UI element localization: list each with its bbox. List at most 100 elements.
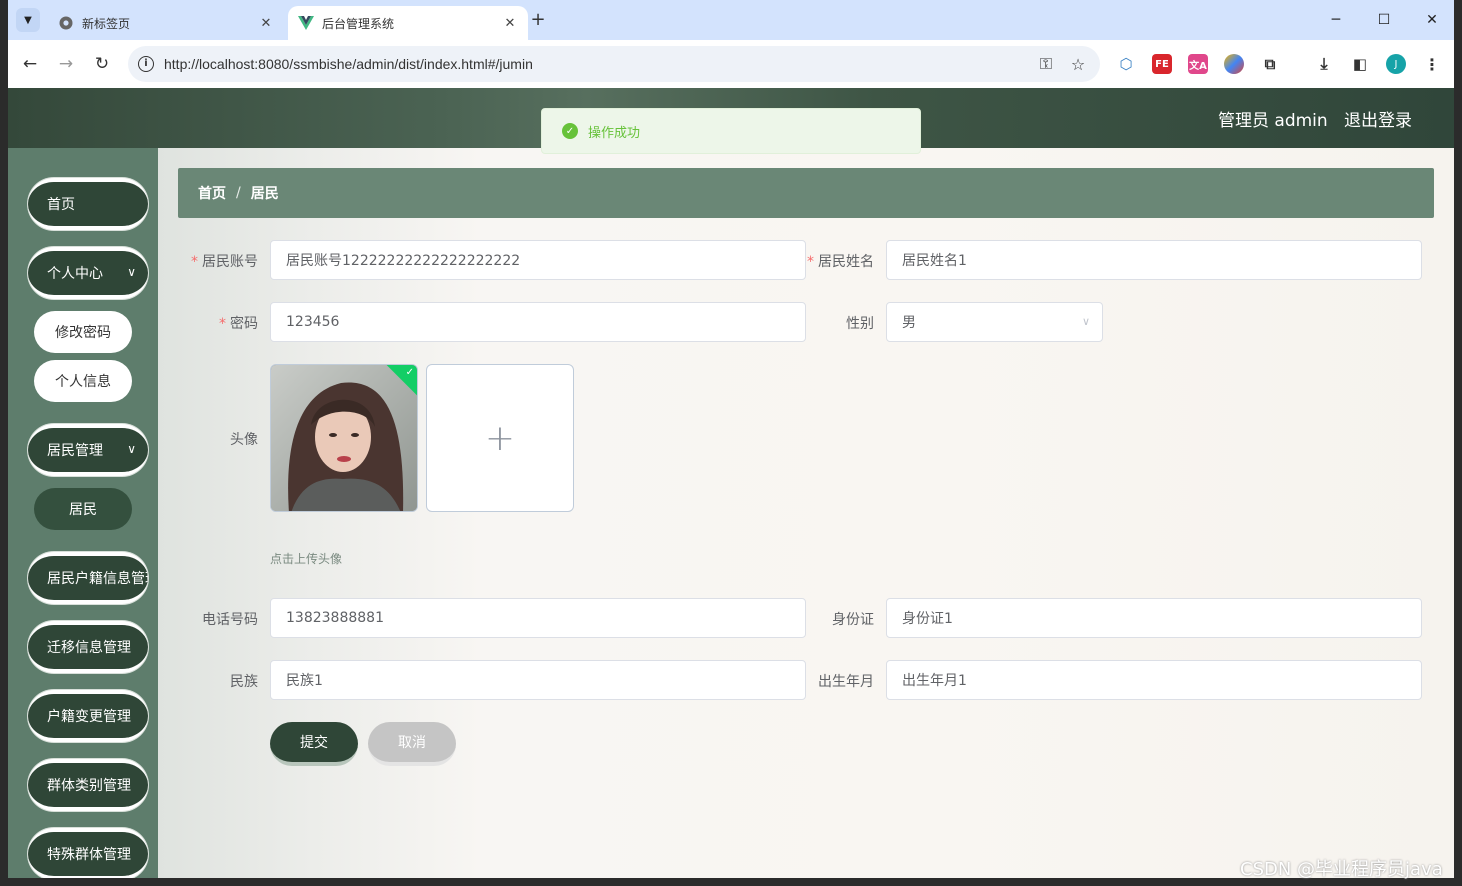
site-info-icon[interactable]: i [138,56,154,72]
sidebar-item-label: 户籍变更管理 [47,709,131,725]
ethnicity-label: 民族 [230,674,258,690]
browser-toolbar: ← → ↻ i http://localhost:8080/ssmbishe/a… [8,40,1454,88]
sidebar-item-household-info[interactable]: 居民户籍信息管理 [28,552,148,604]
account-label: * 居民账号 [168,251,258,271]
birth-label: 出生年月 [818,674,874,690]
window-close-icon[interactable]: ✕ [1422,10,1442,30]
birth-input[interactable]: 出生年月1 [886,660,1422,700]
submit-button[interactable]: 提交 [270,722,358,766]
phone-input[interactable]: 13823888881 [270,598,806,638]
breadcrumb: 首页 / 居民 [178,168,1434,218]
avatar-photo [271,365,417,511]
extension-color-icon[interactable] [1224,54,1244,74]
phone-label: 电话号码 [202,612,258,628]
ethnicity-input[interactable]: 民族1 [270,660,806,700]
sidebar-item-label: 居民户籍信息管理 [47,571,148,587]
required-mark: * [191,254,198,270]
close-icon[interactable]: ✕ [502,15,518,31]
avatar-upload-button[interactable]: + [426,364,574,512]
extensions-puzzle-icon[interactable]: ⧉ [1260,54,1280,74]
password-label: * 密码 [168,313,258,333]
chevron-down-icon: ▼ [24,14,32,26]
new-tab-button[interactable]: + [528,10,548,30]
required-mark: * [219,316,226,332]
url-text[interactable]: http://localhost:8080/ssmbishe/admin/dis… [164,56,1036,72]
breadcrumb-current: 居民 [250,186,279,202]
side-panel-icon[interactable]: ◧ [1350,54,1370,74]
required-mark: * [807,254,814,270]
password-label-text: 密码 [230,316,258,332]
avatar-upload-tip: 点击上传头像 [270,552,343,566]
plus-icon: + [484,417,516,459]
tab-admin[interactable]: 后台管理系统 ✕ [288,6,528,40]
tab-title: 新标签页 [82,16,131,31]
breadcrumb-separator: / [236,185,241,201]
tab-search-button[interactable]: ▼ [16,8,40,32]
toast-message: 操作成功 [588,125,641,141]
extension-fe-icon[interactable]: FE [1152,54,1172,74]
gender-select[interactable]: 男 ∨ [886,302,1103,342]
name-label-text: 居民姓名 [818,254,874,270]
gender-label: 性别 [846,316,874,332]
sidebar-item-home[interactable]: 首页 [28,178,148,230]
close-icon[interactable]: ✕ [258,15,274,31]
sidebar: 首页 个人中心 ∨ 修改密码 个人信息 居民管理 ∨ 居民 居民户籍信息管理 迁… [8,148,158,878]
cancel-button[interactable]: 取消 [368,722,456,766]
chevron-down-icon: ∨ [1081,315,1090,328]
sidebar-subitem-change-password[interactable]: 修改密码 [34,311,132,353]
extension-hex-icon[interactable]: ⬡ [1116,54,1136,74]
sidebar-item-group-category[interactable]: 群体类别管理 [28,759,148,811]
sidebar-item-personal-center[interactable]: 个人中心 ∨ [28,247,148,299]
password-input[interactable]: 123456 [270,302,806,342]
back-icon[interactable]: ← [18,52,42,76]
sidebar-item-special-group[interactable]: 特殊群体管理 [28,828,148,878]
gender-value: 男 [902,315,916,331]
sidebar-item-label: 迁移信息管理 [47,640,131,656]
success-toast: ✓ 操作成功 [541,108,921,154]
current-user: 管理员 admin [1218,111,1328,131]
avatar-label: 头像 [230,432,258,448]
idcard-label: 身份证 [832,612,874,628]
forward-icon[interactable]: → [54,52,78,76]
sidebar-item-label: 修改密码 [55,325,111,341]
account-label-text: 居民账号 [202,254,258,270]
reload-icon[interactable]: ↻ [90,52,114,76]
sidebar-item-migration[interactable]: 迁移信息管理 [28,621,148,673]
tab-title: 后台管理系统 [322,16,395,31]
name-input[interactable]: 居民姓名1 [886,240,1422,280]
more-menu-icon[interactable]: ⋮ [1422,54,1442,74]
extension-translate-icon[interactable]: 文A [1188,54,1208,74]
name-label: * 居民姓名 [784,251,874,271]
sidebar-item-label: 群体类别管理 [47,778,131,794]
sidebar-item-label: 居民管理 [47,443,103,459]
tab-bar: ▼ 新标签页 ✕ 后台管理系统 ✕ + ─ ☐ ✕ [8,0,1454,40]
sidebar-subitem-resident[interactable]: 居民 [34,488,132,530]
avatar-thumbnail[interactable]: ✓ [270,364,418,512]
profile-avatar[interactable]: J [1386,54,1406,74]
download-icon[interactable]: ⤓ [1314,54,1334,74]
breadcrumb-home[interactable]: 首页 [198,183,226,203]
chevron-down-icon: ∨ [127,442,136,456]
chevron-down-icon: ∨ [127,265,136,279]
sidebar-item-resident-management[interactable]: 居民管理 ∨ [28,424,148,476]
minimize-icon[interactable]: ─ [1326,10,1346,30]
tab-new-tab[interactable]: 新标签页 ✕ [48,6,284,40]
idcard-input[interactable]: 身份证1 [886,598,1422,638]
sidebar-item-label: 个人中心 [47,266,103,282]
sidebar-item-label: 居民 [69,502,97,518]
maximize-icon[interactable]: ☐ [1374,10,1394,30]
chrome-icon [58,15,74,31]
app-page: 管理员 admin 退出登录 ✓ 操作成功 首页 个人中心 ∨ 修改密码 个人信… [8,88,1454,878]
star-icon[interactable]: ☆ [1068,54,1088,74]
key-icon[interactable]: ⚿ [1036,54,1056,74]
check-icon: ✓ [405,367,414,378]
logout-link[interactable]: 退出登录 [1344,106,1412,131]
sidebar-item-household-change[interactable]: 户籍变更管理 [28,690,148,742]
sidebar-item-label: 首页 [47,197,75,213]
vue-logo-icon [298,15,314,31]
account-input[interactable]: 居民账号12222222222222222222 [270,240,806,280]
check-circle-icon: ✓ [562,123,578,139]
watermark: CSDN @毕业程序员java [1240,859,1443,880]
sidebar-subitem-personal-info[interactable]: 个人信息 [34,360,132,402]
address-bar[interactable]: i http://localhost:8080/ssmbishe/admin/d… [128,46,1100,82]
